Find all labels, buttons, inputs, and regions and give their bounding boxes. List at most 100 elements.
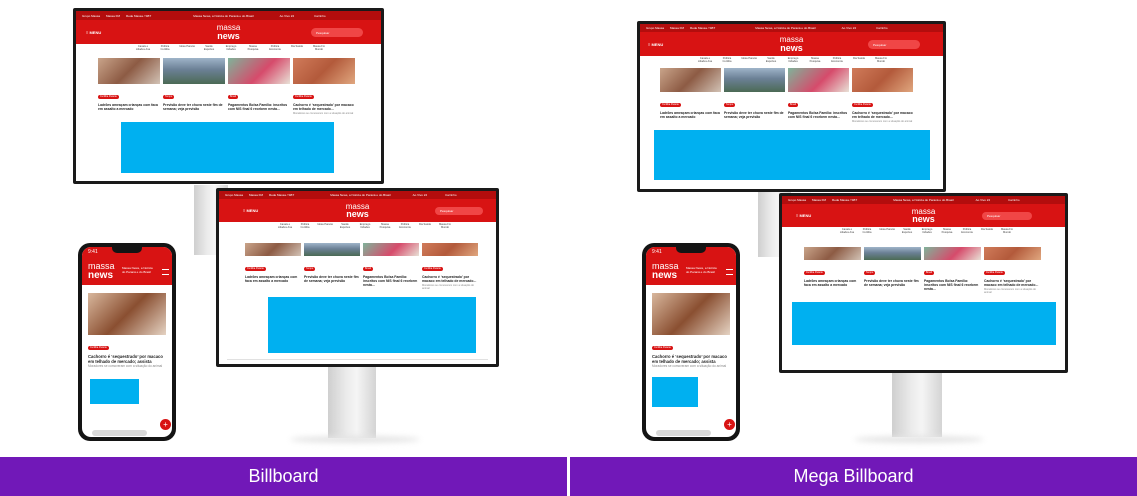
nav-item[interactable]: Dia Saúde — [979, 228, 995, 235]
news-card[interactable]: Curitiba Paraná Ladrões ameaçam crianças… — [660, 68, 721, 123]
mobile-ad-slot[interactable] — [90, 379, 139, 404]
billboard-ad-slot[interactable] — [121, 122, 334, 173]
nav-item[interactable]: Massa Pesquisa — [807, 57, 823, 64]
top-link[interactable]: Rede Massa / SBT — [269, 193, 294, 197]
news-card[interactable]: Brasil Pagamentos Bolsa Família: inscrit… — [363, 243, 419, 290]
nav-item[interactable]: Massa Fm Mundo — [311, 45, 327, 52]
top-link[interactable]: Grupo Massa — [788, 198, 806, 202]
news-card[interactable]: Curitiba Paraná Cachorro é ‘sequestrado’… — [652, 335, 730, 369]
top-link[interactable]: Grupo Massa — [82, 14, 100, 18]
nav-item[interactable]: Massa Fm Mundo — [873, 57, 889, 64]
nav-item[interactable]: Saúde Esportes — [763, 57, 779, 64]
menu-button[interactable]: ≡ MENU — [796, 213, 811, 218]
top-link[interactable]: Massa FM — [249, 193, 263, 197]
nav-item[interactable]: Canais e cidades Ana — [277, 223, 293, 230]
news-card[interactable]: Curitiba Paraná Cachorro é ‘sequestrado’… — [88, 335, 166, 369]
menu-button[interactable]: ≡ MENU — [648, 42, 663, 47]
news-card[interactable]: Brasil Pagamentos Bolsa Família: inscrit… — [788, 68, 849, 123]
top-link[interactable]: Massa FM — [106, 14, 120, 18]
search-input[interactable]: Pesquisar — [311, 28, 363, 37]
nav-item[interactable]: Emprego Cidades — [785, 57, 801, 64]
nav-item[interactable]: Política Economia — [397, 223, 413, 230]
search-input[interactable]: Pesquisar — [435, 207, 483, 215]
nav-item[interactable]: Dia Saúde — [851, 57, 867, 64]
news-card[interactable]: Curitiba Paraná Cachorro é ‘sequestrado’… — [852, 68, 913, 123]
search-input[interactable]: Pesquisar — [868, 40, 920, 49]
news-card[interactable]: Tempo Previsão deve ter chuva neste fim … — [304, 243, 360, 290]
site-logo[interactable]: massa news — [780, 36, 804, 52]
nav-item[interactable]: Política Economia — [267, 45, 283, 52]
nav-item[interactable]: Dia Saúde — [417, 223, 433, 230]
nav-item[interactable]: Emprego Cidades — [223, 45, 239, 52]
live-link[interactable]: Ao Vivo 24 — [413, 193, 427, 197]
news-card[interactable]: Tempo Previsão deve ter chuva neste fim … — [163, 58, 225, 115]
menu-button[interactable]: ≡ MENU — [86, 30, 101, 35]
nav-item[interactable]: Política Curitiba — [157, 45, 173, 52]
top-link[interactable]: Massa FM — [812, 198, 826, 202]
news-card[interactable]: Tempo Previsão deve ter chuva neste fim … — [864, 247, 921, 294]
billboard-ad-slot[interactable] — [268, 297, 476, 353]
cart-link[interactable]: Carrinho — [1008, 198, 1020, 202]
top-link[interactable]: Rede Massa / SBT — [690, 26, 715, 30]
top-link[interactable]: Rede Massa / SBT — [832, 198, 857, 202]
nav-item[interactable]: Massa Fm Mundo — [437, 223, 453, 230]
fab-button[interactable]: + — [724, 419, 735, 430]
site-logo[interactable]: massa news — [217, 24, 241, 40]
mega-billboard-ad-slot[interactable] — [792, 302, 1056, 345]
nav-item[interactable]: Massa Pesquisa — [245, 45, 261, 52]
site-logo[interactable]: massa news — [88, 262, 115, 280]
news-card[interactable]: Curitiba Paraná Cachorro é ‘sequestrado’… — [293, 58, 355, 115]
news-card[interactable]: Brasil Pagamentos Bolsa Família: inscrit… — [228, 58, 290, 115]
nav-item[interactable]: Idosa Paraná — [741, 57, 757, 64]
nav-item[interactable]: Política Curitiba — [719, 57, 735, 64]
live-link[interactable]: Ao Vivo 24 — [280, 14, 294, 18]
nav-item[interactable]: Saúde Esportes — [201, 45, 217, 52]
nav-item[interactable]: Canais e cidades Ana — [697, 57, 713, 64]
live-link[interactable]: Ao Vivo 24 — [976, 198, 990, 202]
nav-item[interactable]: Política Curitiba — [297, 223, 313, 230]
nav-item[interactable]: Canais e cidades Ana — [839, 228, 855, 235]
nav-item[interactable]: Dia Saúde — [289, 45, 305, 52]
news-card[interactable]: Brasil Pagamentos Bolsa Família: inscrit… — [924, 247, 981, 294]
fab-button[interactable]: + — [160, 419, 171, 430]
news-card[interactable]: Curitiba Paraná Cachorro é ‘sequestrado’… — [984, 247, 1041, 294]
top-link[interactable]: Rede Massa / SBT — [126, 14, 151, 18]
menu-button[interactable]: ≡ MENU — [243, 208, 258, 213]
nav-item[interactable]: Emprego Cidades — [919, 228, 935, 235]
nav-item[interactable]: Política Curitiba — [859, 228, 875, 235]
nav-item[interactable]: Canais e cidades Ana — [135, 45, 151, 52]
top-link[interactable]: Massa FM — [670, 26, 684, 30]
nav-item[interactable]: Política Economia — [829, 57, 845, 64]
hamburger-icon[interactable] — [162, 269, 169, 275]
news-card[interactable]: Curitiba Paraná Cachorro é ‘sequestrado’… — [422, 243, 478, 290]
nav-item[interactable]: Emprego Cidades — [357, 223, 373, 230]
site-logo[interactable]: massa news — [912, 207, 936, 223]
news-card[interactable]: Curitiba Paraná Ladrões ameaçam crianças… — [245, 243, 301, 290]
nav-item[interactable]: Idosa Paraná — [179, 45, 195, 52]
site-logo[interactable]: massa news — [346, 202, 370, 218]
top-link[interactable]: Grupo Massa — [646, 26, 664, 30]
site-logo[interactable]: massa news — [652, 262, 679, 280]
nav-item[interactable]: Massa Fm Mundo — [999, 228, 1015, 235]
news-photo[interactable] — [652, 293, 730, 335]
nav-item[interactable]: Massa Pesquisa — [377, 223, 393, 230]
mobile-ad-slot[interactable] — [652, 377, 698, 407]
top-link[interactable]: Grupo Massa — [225, 193, 243, 197]
news-card[interactable]: Curitiba Paraná Ladrões ameaçam crianças… — [804, 247, 861, 294]
hamburger-icon[interactable] — [726, 269, 733, 275]
nav-item[interactable]: Saúde Esportes — [899, 228, 915, 235]
cart-link[interactable]: Carrinho — [876, 26, 888, 30]
mega-billboard-ad-slot[interactable] — [654, 130, 930, 180]
cart-link[interactable]: Carrinho — [314, 14, 326, 18]
nav-item[interactable]: Idosa Paraná — [317, 223, 333, 230]
live-link[interactable]: Ao Vivo 24 — [842, 26, 856, 30]
nav-item[interactable]: Saúde Esportes — [337, 223, 353, 230]
news-card[interactable]: Curitiba Paraná Ladrões ameaçam crianças… — [98, 58, 160, 115]
search-input[interactable]: Pesquisar — [982, 212, 1032, 220]
nav-item[interactable]: Massa Pesquisa — [939, 228, 955, 235]
cart-link[interactable]: Carrinho — [445, 193, 457, 197]
nav-item[interactable]: Política Economia — [959, 228, 975, 235]
nav-item[interactable]: Idosa Paraná — [879, 228, 895, 235]
news-card[interactable]: Tempo Previsão deve ter chuva neste fim … — [724, 68, 785, 123]
news-photo[interactable] — [88, 293, 166, 335]
